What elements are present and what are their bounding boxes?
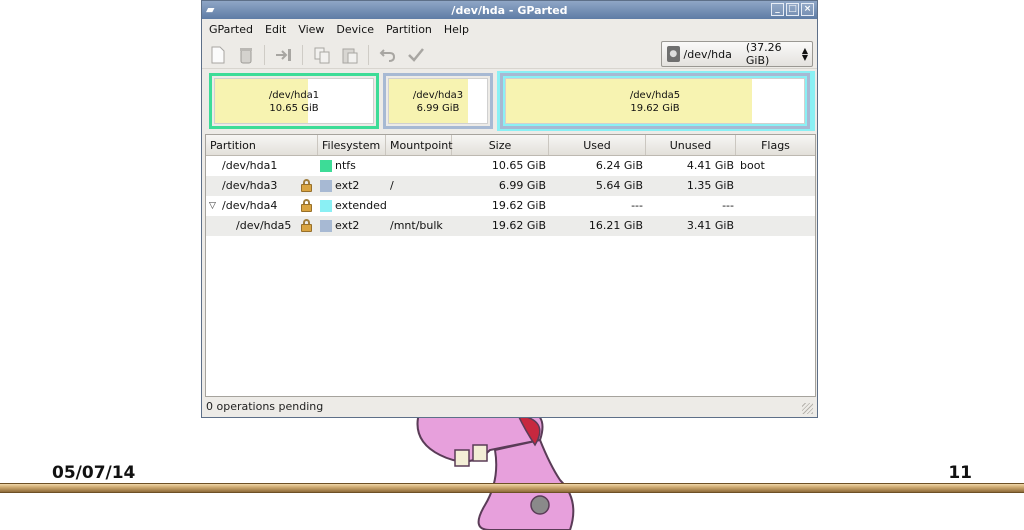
- column-header-unused[interactable]: Unused: [646, 135, 736, 155]
- unused-value: 1.35 GiB: [686, 179, 734, 192]
- partition-block-size: 6.99 GiB: [416, 103, 460, 114]
- filesystem-name: extended: [335, 199, 387, 212]
- resize-move-icon[interactable]: [274, 45, 294, 65]
- size-value: 19.62 GiB: [491, 199, 546, 212]
- partition-block-hda3[interactable]: /dev/hda3 6.99 GiB: [383, 73, 493, 129]
- apply-icon[interactable]: [406, 45, 426, 65]
- table-body: /dev/hda1 ntfs 10.65 GiB 6.24 GiB 4.41 GiB bo…: [206, 156, 815, 236]
- filesystem-name: ext2: [335, 219, 360, 232]
- column-header-mountpoint[interactable]: Mountpoint: [386, 135, 453, 155]
- size-value: 6.99 GiB: [498, 179, 546, 192]
- filesystem-name: ext2: [335, 179, 360, 192]
- delete-icon[interactable]: [236, 45, 256, 65]
- slide-page-number: 11: [948, 463, 972, 483]
- filesystem-color-swatch: [320, 180, 332, 192]
- close-icon[interactable]: ×: [801, 3, 814, 16]
- chevron-up-down-icon: ▲ ▼: [801, 46, 808, 62]
- slide-divider: [0, 483, 1024, 493]
- gparted-app-icon[interactable]: ▰: [206, 3, 214, 16]
- hippo-mascot-image: [416, 410, 575, 530]
- mountpoint: /mnt/bulk: [390, 219, 443, 232]
- used-value: ---: [631, 199, 643, 212]
- toolbar: ● /dev/hda (37.26 GiB) ▲ ▼: [202, 39, 817, 69]
- partition-block-size: 10.65 GiB: [269, 103, 319, 114]
- mountpoint: /: [390, 179, 394, 192]
- device-size: (37.26 GiB): [745, 41, 782, 67]
- device-name: /dev/hda: [683, 47, 732, 61]
- title-bar[interactable]: ▰ /dev/hda - GParted _ □ ×: [202, 1, 817, 19]
- window-title: /dev/hda - GParted: [451, 3, 568, 17]
- menu-bar: GParted Edit View Device Partition Help: [202, 19, 817, 39]
- lock-icon: [301, 199, 312, 212]
- column-header-size[interactable]: Size: [452, 135, 549, 155]
- menu-device[interactable]: Device: [335, 23, 375, 36]
- partition-name: /dev/hda5: [236, 219, 292, 232]
- column-header-flags[interactable]: Flags: [736, 135, 815, 155]
- used-value: 16.21 GiB: [588, 219, 643, 232]
- flags-value: boot: [740, 159, 765, 172]
- hard-disk-icon: ●: [667, 46, 680, 62]
- unused-value: 3.41 GiB: [686, 219, 734, 232]
- copy-icon[interactable]: [312, 45, 332, 65]
- table-row[interactable]: ▽ /dev/hda4 extended 19.62 GiB --- ---: [206, 196, 815, 216]
- column-header-used[interactable]: Used: [549, 135, 646, 155]
- partition-block-hda1[interactable]: /dev/hda1 10.65 GiB: [209, 73, 379, 129]
- partition-table: Partition Filesystem Mountpoint Size Use…: [205, 134, 816, 397]
- paste-icon[interactable]: [340, 45, 360, 65]
- menu-partition[interactable]: Partition: [385, 23, 433, 36]
- menu-help[interactable]: Help: [443, 23, 470, 36]
- status-text: 0 operations pending: [206, 400, 324, 413]
- maximize-icon[interactable]: □: [786, 3, 799, 16]
- menu-view[interactable]: View: [297, 23, 325, 36]
- unused-value: ---: [722, 199, 734, 212]
- partition-block-name: /dev/hda3: [412, 90, 464, 101]
- device-selector[interactable]: ● /dev/hda (37.26 GiB) ▲ ▼: [661, 41, 813, 67]
- lock-icon: [301, 219, 312, 232]
- column-header-partition[interactable]: Partition: [206, 135, 318, 155]
- slide: 05/07/14 11 ▰ /dev/hda - GParted _ □ × G…: [0, 0, 1024, 530]
- column-header-filesystem[interactable]: Filesystem: [318, 135, 386, 155]
- size-value: 10.65 GiB: [491, 159, 546, 172]
- table-header: Partition Filesystem Mountpoint Size Use…: [206, 135, 815, 156]
- partition-block-name: /dev/hda5: [629, 90, 681, 101]
- unused-value: 4.41 GiB: [686, 159, 734, 172]
- table-row[interactable]: /dev/hda1 ntfs 10.65 GiB 6.24 GiB 4.41 GiB bo…: [206, 156, 815, 176]
- size-value: 19.62 GiB: [491, 219, 546, 232]
- partition-block-name: /dev/hda1: [268, 90, 320, 101]
- partition-block-size: 19.62 GiB: [630, 103, 680, 114]
- menu-edit[interactable]: Edit: [264, 23, 287, 36]
- menu-gparted[interactable]: GParted: [208, 23, 254, 36]
- resize-grip-icon[interactable]: [802, 403, 813, 414]
- filesystem-color-swatch: [320, 220, 332, 232]
- lock-icon: [301, 179, 312, 192]
- used-value: 6.24 GiB: [595, 159, 643, 172]
- used-value: 5.64 GiB: [595, 179, 643, 192]
- undo-icon[interactable]: [378, 45, 398, 65]
- minimize-icon[interactable]: _: [771, 3, 784, 16]
- table-row[interactable]: /dev/hda5 ext2/mnt/bulk 19.62 GiB 16.21 GiB…: [206, 216, 815, 236]
- table-row[interactable]: /dev/hda3 ext2 / 6.99 GiB 5.64 GiB 1.35 GiB: [206, 176, 815, 196]
- partition-name: /dev/hda3: [222, 179, 278, 192]
- expander-triangle-icon[interactable]: ▽: [209, 196, 216, 216]
- filesystem-name: ntfs: [335, 159, 356, 172]
- filesystem-color-swatch: [320, 200, 332, 212]
- filesystem-color-swatch: [320, 160, 332, 172]
- partition-name: /dev/hda4: [222, 199, 278, 212]
- gparted-window: ▰ /dev/hda - GParted _ □ × GParted Edit …: [201, 0, 818, 418]
- status-bar: 0 operations pending: [202, 397, 817, 417]
- new-icon[interactable]: [208, 45, 228, 65]
- partition-map: /dev/hda1 10.65 GiB /dev/hda3 6.99 GiB /de…: [207, 71, 815, 131]
- slide-date: 05/07/14: [52, 463, 136, 483]
- partition-name: /dev/hda1: [222, 159, 278, 172]
- partition-block-hda5[interactable]: /dev/hda5 19.62 GiB: [500, 73, 810, 129]
